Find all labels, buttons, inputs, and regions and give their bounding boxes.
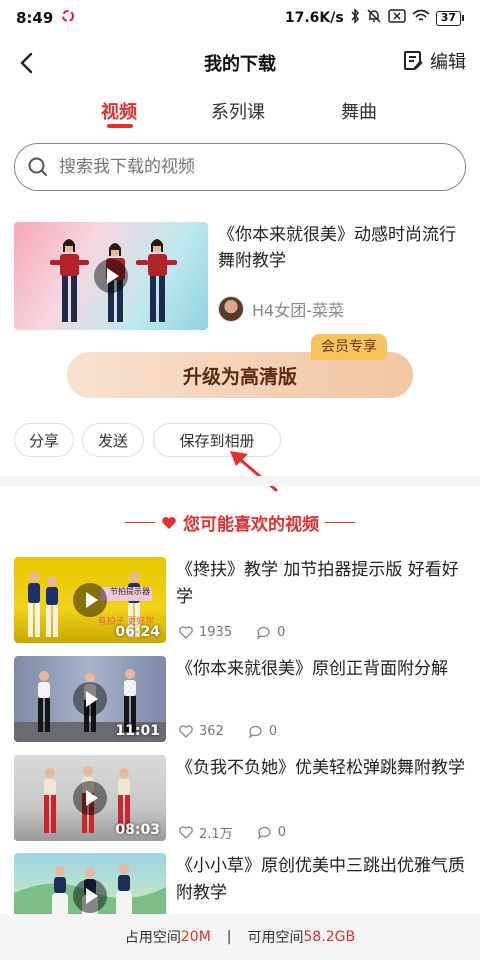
status-bar: 8:49 17.6K/s 37 <box>0 0 480 36</box>
page-title: 我的下载 <box>204 54 276 75</box>
header: 我的下载 编辑 <box>0 36 480 90</box>
vip-badge: 会员专享 <box>311 334 387 360</box>
comment-count: 0 <box>277 825 286 840</box>
share-button[interactable]: 分享 <box>14 423 74 457</box>
edit-label: 编辑 <box>430 52 466 73</box>
like-count: 2.1万 <box>199 827 233 842</box>
author[interactable]: H4女团-菜菜 <box>218 296 344 322</box>
like-count: 362 <box>199 724 224 739</box>
tab-videos[interactable]: 视频 <box>101 98 137 124</box>
play-button[interactable] <box>73 682 107 716</box>
comment-count: 0 <box>277 625 286 640</box>
video-stats: 2.1万 0 <box>179 823 286 842</box>
used-space-label: 占用空间 <box>124 930 181 946</box>
like-count: 1935 <box>199 625 233 640</box>
mute-bell-icon <box>366 8 382 28</box>
video-stats: 362 0 <box>179 724 277 739</box>
bluetooth-icon <box>350 8 360 28</box>
recommend-title[interactable]: 《搀扶》教学 加节拍器提示版 好看好学 <box>176 557 466 611</box>
app-notification-icon <box>61 9 75 27</box>
used-space-value: 20M <box>180 929 211 945</box>
edit-button[interactable]: 编辑 <box>402 48 466 74</box>
play-button[interactable] <box>73 583 107 617</box>
status-left: 8:49 <box>16 9 75 27</box>
free-space-label: 可用空间 <box>247 930 304 946</box>
sim-off-icon <box>387 9 406 27</box>
recommend-thumbnail[interactable]: 11:01 <box>14 656 166 742</box>
recommend-item[interactable]: 11:01 《你本来就很美》原创正背面附分解 362 0 <box>14 656 466 742</box>
recommend-item[interactable]: 08:03 《负我不负她》优美轻松弹跳舞附教学 2.1万 0 <box>14 755 466 842</box>
tab-series[interactable]: 系列课 <box>211 98 265 124</box>
section-divider <box>0 476 480 486</box>
comment-icon <box>248 725 262 739</box>
pointer-arrow-icon <box>230 451 278 492</box>
like-heart-icon <box>179 626 193 639</box>
video-stats: 1935 0 <box>179 625 285 640</box>
video-duration: 06:24 <box>115 624 160 640</box>
author-avatar <box>218 296 244 322</box>
edit-icon <box>404 51 423 70</box>
chevron-left-icon <box>20 52 33 74</box>
recommend-title: 您可能喜欢的视频 <box>183 515 319 535</box>
heart-icon <box>162 516 176 529</box>
battery-level: 37 <box>435 10 461 26</box>
storage-bar: 占用空间 20M | 可用空间 58.2GB <box>0 914 480 960</box>
recommend-title[interactable]: 《小小草》原创优美中三跳出优雅气质附教学 <box>176 853 466 907</box>
search-icon <box>28 157 47 176</box>
battery-icon: 37 <box>435 10 464 26</box>
tab-active-indicator <box>107 124 133 128</box>
recommend-thumbnail[interactable]: 有拍子 更好学 节拍提示器 06:24 <box>14 557 166 643</box>
video-duration: 11:01 <box>115 723 160 739</box>
comment-count: 0 <box>268 724 278 739</box>
tab-bar: 视频 系列课 舞曲 <box>0 90 480 134</box>
recommend-header: 您可能喜欢的视频 <box>0 510 480 535</box>
send-button[interactable]: 发送 <box>82 423 144 457</box>
network-speed: 17.6K/s <box>284 10 344 26</box>
search-bar[interactable] <box>14 143 466 191</box>
wifi-icon <box>412 9 430 27</box>
storage-separator: | <box>226 929 232 945</box>
page: 8:49 17.6K/s 37 我的下载 编辑 视频 系列课 舞曲 搜索我下载的… <box>0 0 480 960</box>
recommend-item[interactable]: 有拍子 更好学 节拍提示器 06:24 《搀扶》教学 加节拍器提示版 好看好学 … <box>14 557 466 643</box>
back-button[interactable] <box>12 48 42 78</box>
comment-icon <box>257 826 271 840</box>
download-item[interactable]: 《你本来就很美》动感时尚流行舞附教学 H4女团-菜菜 <box>14 222 466 330</box>
comment-icon <box>256 626 270 640</box>
like-heart-icon <box>179 725 193 738</box>
thumb-caption: 节拍提示器 <box>110 587 150 596</box>
upgrade-label: 升级为高清版 <box>182 365 297 388</box>
search-input[interactable] <box>59 157 439 177</box>
recommend-title[interactable]: 《负我不负她》优美轻松弹跳舞附教学 <box>176 755 466 782</box>
recommend-thumbnail[interactable]: 08:03 <box>14 755 166 841</box>
like-heart-icon <box>179 826 193 839</box>
play-button[interactable] <box>73 781 107 815</box>
author-name: H4女团-菜菜 <box>252 301 344 320</box>
status-right: 17.6K/s 37 <box>285 8 464 28</box>
play-button[interactable] <box>73 879 107 913</box>
video-duration: 08:03 <box>115 822 160 838</box>
play-button[interactable] <box>94 259 128 293</box>
free-space-value: 58.2GB <box>303 929 356 945</box>
download-title[interactable]: 《你本来就很美》动感时尚流行舞附教学 <box>218 222 468 274</box>
tab-dance-music[interactable]: 舞曲 <box>341 98 377 124</box>
recommend-title[interactable]: 《你本来就很美》原创正背面附分解 <box>176 656 466 683</box>
status-time: 8:49 <box>16 9 54 27</box>
download-thumbnail[interactable] <box>14 222 208 330</box>
